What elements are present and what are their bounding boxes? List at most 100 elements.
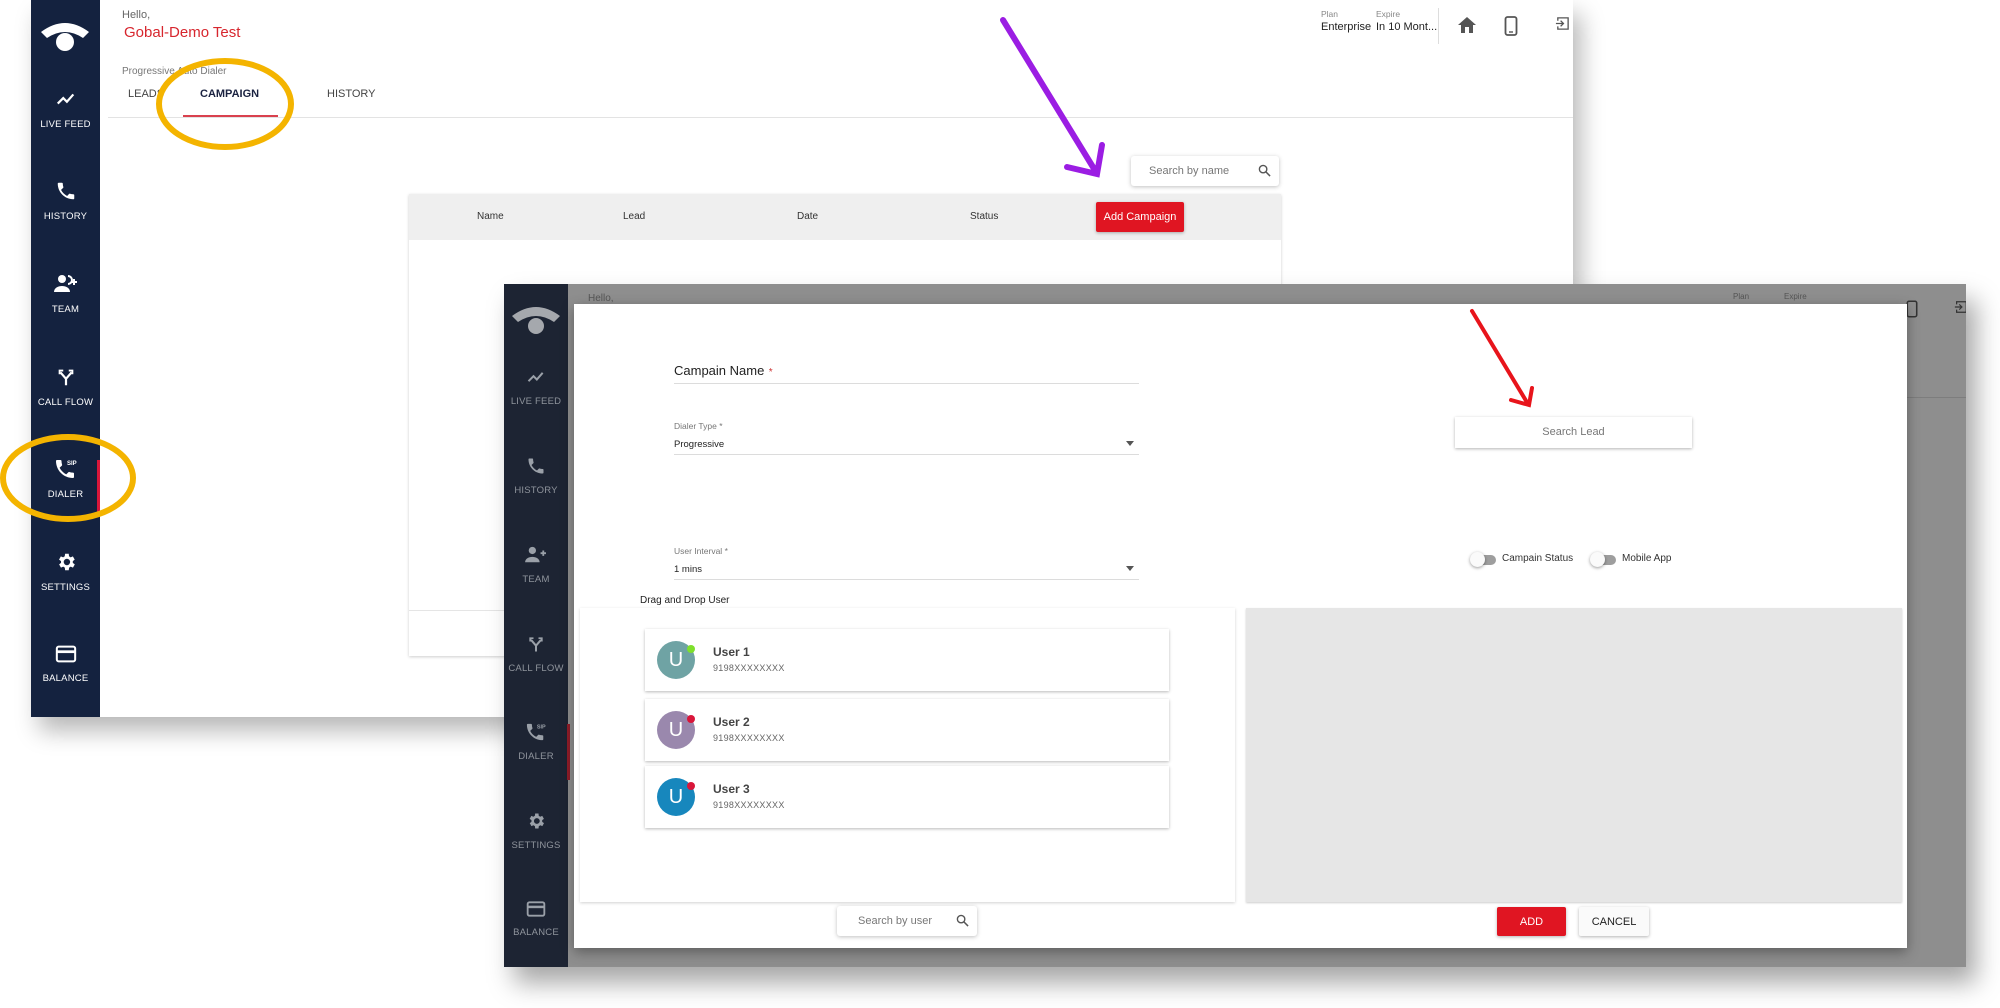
user-phone: 9198XXXXXXXX (713, 733, 785, 743)
available-users-panel: U User 1 9198XXXXXXXX U User 2 9198XXXXX… (580, 608, 1235, 902)
search-by-user-input[interactable]: Search by user (837, 906, 977, 936)
offline-status-dot (687, 715, 695, 723)
user-interval-select[interactable]: User Interval * 1 mins (674, 546, 1139, 580)
mobile-icon[interactable] (1906, 300, 1918, 318)
expire-label: Expire (1784, 292, 1807, 301)
user-card[interactable]: U User 1 9198XXXXXXXX (645, 629, 1169, 691)
input-underline (674, 454, 1139, 455)
sidebar-item-balance[interactable]: BALANCE (31, 644, 100, 714)
sidebar-item-history[interactable]: HISTORY (504, 456, 568, 526)
sidebar-item-settings[interactable]: SETTINGS (504, 811, 568, 881)
expire-value: In 10 Mont... (1376, 21, 1438, 33)
chevron-down-icon (1126, 566, 1134, 571)
sidebar-item-label: HISTORY (43, 211, 88, 222)
column-header-date: Date (797, 211, 819, 222)
svg-text:SIP: SIP (537, 724, 546, 730)
search-icon (1258, 164, 1271, 177)
phone-logo-icon (41, 23, 89, 51)
page-subtitle: Progressive Auto Dialer (122, 66, 227, 77)
greeting: Hello, (122, 9, 151, 21)
divider (108, 117, 1573, 118)
logout-icon[interactable] (1954, 300, 1966, 314)
sidebar-item-label: LIVE FEED (510, 396, 562, 407)
sidebar-item-label: TEAM (51, 304, 80, 315)
account-name: Gobal-Demo Test (124, 24, 241, 41)
sidebar: LIVE FEED HISTORY TEAM CALL FLOW SIP DIA… (31, 0, 100, 717)
sidebar-item-label: BALANCE (42, 673, 89, 684)
search-placeholder: Search by user (858, 915, 932, 927)
sidebar-item-label: TEAM (522, 574, 550, 585)
sidebar-item-team[interactable]: TEAM (31, 273, 100, 343)
toggle-knob (1470, 552, 1485, 567)
toggle-knob (1590, 552, 1605, 567)
search-by-name-input[interactable]: Search by name (1131, 156, 1279, 186)
tab-campaign[interactable]: CAMPAIGN (200, 88, 259, 100)
toggle-label: Campain Status (1502, 553, 1574, 564)
sidebar-item-label: HISTORY (514, 485, 558, 496)
sidebar-item-call-flow[interactable]: CALL FLOW (31, 366, 100, 436)
sip-phone-icon: SIP (526, 723, 546, 741)
user-name: User 1 (713, 645, 750, 659)
campaign-name-label: Campain Name (674, 363, 765, 378)
sidebar-item-label: SETTINGS (511, 840, 561, 851)
sidebar-item-dialer[interactable]: SIP DIALER (504, 722, 570, 792)
campaign-name-field[interactable]: Campain Name * (674, 362, 1139, 384)
logout-icon[interactable] (1555, 16, 1570, 31)
gear-icon (529, 813, 544, 829)
sidebar-dimmed: LIVE FEED HISTORY TEAM CALL FLOW SIP DIA… (504, 284, 570, 967)
column-header-name: Name (477, 211, 504, 222)
sidebar-item-label: SETTINGS (40, 582, 91, 593)
card-icon (526, 901, 546, 917)
drag-and-drop-label: Drag and Drop User (640, 595, 730, 606)
online-status-dot (687, 645, 695, 653)
user-card[interactable]: U User 2 9198XXXXXXXX (645, 699, 1169, 761)
sidebar-item-dialer[interactable]: SIP DIALER (31, 458, 100, 528)
user-name: User 3 (713, 782, 750, 796)
fork-arrows-icon (529, 637, 543, 652)
required-marker: * (768, 367, 773, 378)
phone-icon (57, 182, 74, 200)
add-campaign-button[interactable]: Add Campaign (1096, 202, 1184, 232)
column-header-lead: Lead (623, 211, 646, 222)
user-card[interactable]: U User 3 9198XXXXXXXX (645, 766, 1169, 828)
input-underline (674, 383, 1139, 384)
plan-info: Plan Enterprise (1321, 9, 1371, 33)
trend-line-icon (56, 93, 74, 105)
search-icon (956, 914, 969, 927)
greeting: Hello, (588, 293, 614, 304)
drop-zone-panel[interactable] (1246, 608, 1902, 902)
sidebar-item-balance[interactable]: BALANCE (504, 900, 568, 967)
sidebar-item-live-feed[interactable]: LIVE FEED (31, 88, 100, 158)
tab-leads[interactable]: LEADS (128, 88, 164, 100)
trend-line-icon (527, 372, 544, 382)
sidebar-item-history[interactable]: HISTORY (31, 180, 100, 250)
cancel-button[interactable]: CANCEL (1579, 907, 1649, 936)
user-name: User 2 (713, 715, 750, 729)
user-phone: 9198XXXXXXXX (713, 800, 785, 810)
expire-info: Expire In 10 Mont... (1376, 9, 1437, 33)
input-underline (674, 579, 1139, 580)
dialer-type-label: Dialer Type * (674, 421, 723, 431)
add-campaign-dialog: Campain Name * Dialer Type * Progressive… (574, 304, 1907, 948)
sidebar-item-call-flow[interactable]: CALL FLOW (504, 634, 568, 704)
add-button[interactable]: ADD (1497, 907, 1566, 936)
sidebar-item-settings[interactable]: SETTINGS (31, 551, 100, 621)
search-lead-input[interactable]: Search Lead (1455, 417, 1692, 448)
column-header-status: Status (970, 211, 999, 222)
sidebar-item-live-feed[interactable]: LIVE FEED (504, 367, 568, 437)
dialer-type-select[interactable]: Dialer Type * Progressive (674, 421, 1139, 455)
sidebar-item-label: BALANCE (513, 927, 559, 938)
home-icon[interactable] (1457, 16, 1477, 34)
sip-phone-icon: SIP (55, 460, 77, 478)
gear-icon (58, 553, 75, 571)
tab-history[interactable]: HISTORY (327, 88, 376, 100)
user-interval-value: 1 mins (674, 564, 702, 575)
sidebar-item-label: CALL FLOW (508, 663, 564, 674)
expire-label: Expire (1376, 9, 1401, 19)
sidebar-item-team[interactable]: TEAM (504, 545, 568, 615)
plan-label: Plan (1733, 292, 1750, 301)
svg-text:SIP: SIP (67, 461, 77, 467)
mobile-icon[interactable] (1504, 16, 1518, 36)
sidebar-item-label: CALL FLOW (37, 397, 94, 408)
table-header: Name Lead Date Status Add Campaign (409, 194, 1281, 240)
